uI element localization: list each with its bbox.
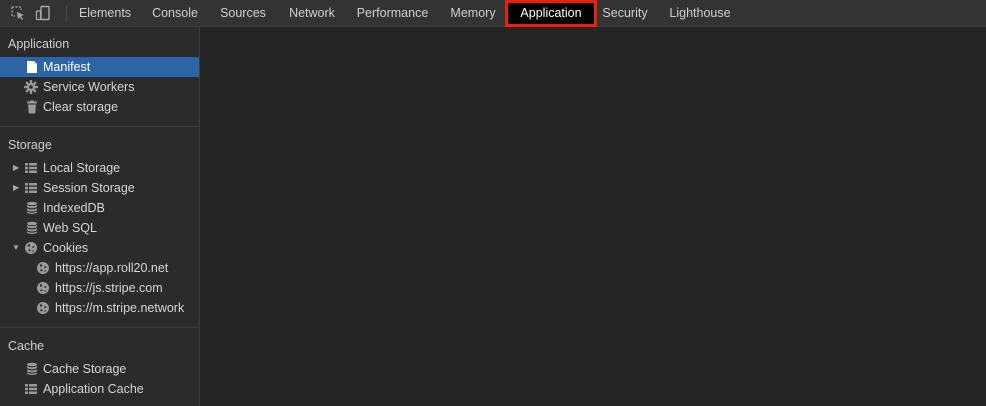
gear-icon <box>23 79 39 95</box>
sidebar-item-web-sql[interactable]: Web SQL <box>0 218 199 238</box>
tab-elements[interactable]: Elements <box>72 0 138 27</box>
application-sidebar: Application Manifest Service Workers Cle… <box>0 27 200 406</box>
expand-arrow-icon[interactable]: ▶ <box>13 158 19 178</box>
sidebar-item-label: IndexedDB <box>43 201 105 215</box>
inspect-element-icon[interactable] <box>10 5 26 21</box>
sidebar-item-local-storage[interactable]: ▶ Local Storage <box>0 158 199 178</box>
tab-performance[interactable]: Performance <box>350 0 435 27</box>
sidebar-item-service-workers[interactable]: Service Workers <box>0 77 199 97</box>
sidebar-item-cache-storage[interactable]: Cache Storage <box>0 359 199 379</box>
main-panel <box>200 27 986 406</box>
file-icon <box>25 60 39 74</box>
sidebar-item-application-cache[interactable]: Application Cache <box>0 379 199 399</box>
sidebar-item-session-storage[interactable]: ▶ Session Storage <box>0 178 199 198</box>
tab-console[interactable]: Console <box>146 0 204 27</box>
sidebar-item-label: Clear storage <box>43 100 119 114</box>
table-grid-icon <box>24 161 38 175</box>
sidebar-item-clear-storage[interactable]: Clear storage <box>0 97 199 117</box>
sidebar-item-label: https://js.stripe.com <box>55 281 163 295</box>
tab-memory[interactable]: Memory <box>443 0 503 27</box>
device-toolbar-icon[interactable] <box>35 5 51 21</box>
tab-application[interactable]: Application <box>505 0 597 27</box>
collapse-arrow-icon[interactable]: ▼ <box>12 238 20 258</box>
devtools-toolbar: Elements Console Sources Network Perform… <box>0 0 986 27</box>
toolbar-divider <box>66 6 67 21</box>
database-icon <box>25 221 39 235</box>
section-title-storage: Storage <box>8 138 52 152</box>
sidebar-item-cookie-js-stripe[interactable]: https://js.stripe.com <box>0 278 199 298</box>
sidebar-item-cookie-m-stripe[interactable]: https://m.stripe.network <box>0 298 199 318</box>
sidebar-item-label: Service Workers <box>43 80 135 94</box>
database-icon <box>25 201 39 215</box>
sidebar-divider <box>0 327 199 328</box>
expand-arrow-icon[interactable]: ▶ <box>13 178 19 198</box>
cookie-icon <box>36 261 50 275</box>
cookie-icon <box>36 301 50 315</box>
tab-sources[interactable]: Sources <box>212 0 274 27</box>
sidebar-item-cookie-app-roll20[interactable]: https://app.roll20.net <box>0 258 199 278</box>
sidebar-item-cookies[interactable]: ▼ Cookies <box>0 238 199 258</box>
sidebar-item-indexeddb[interactable]: IndexedDB <box>0 198 199 218</box>
table-grid-icon <box>24 382 38 396</box>
sidebar-item-label: Local Storage <box>43 161 121 175</box>
section-title-application: Application <box>8 37 70 51</box>
table-grid-icon <box>24 181 38 195</box>
sidebar-item-label: https://app.roll20.net <box>55 261 169 275</box>
sidebar-item-label: Manifest <box>43 60 91 74</box>
tab-network[interactable]: Network <box>282 0 342 27</box>
sidebar-item-label: Session Storage <box>43 181 135 195</box>
sidebar-item-label: Application Cache <box>43 382 144 396</box>
section-title-cache: Cache <box>8 339 45 353</box>
sidebar-item-manifest[interactable]: Manifest <box>0 57 199 77</box>
cookie-icon <box>36 281 50 295</box>
tab-lighthouse[interactable]: Lighthouse <box>664 0 736 27</box>
trash-icon <box>25 100 39 114</box>
sidebar-item-label: Web SQL <box>43 221 97 235</box>
sidebar-divider <box>0 126 199 127</box>
sidebar-item-label: Cache Storage <box>43 362 127 376</box>
cookie-icon <box>24 241 38 255</box>
sidebar-item-label: Cookies <box>43 241 89 255</box>
sidebar-item-label: https://m.stripe.network <box>55 301 185 315</box>
database-icon <box>25 362 39 376</box>
tab-security[interactable]: Security <box>598 0 652 27</box>
